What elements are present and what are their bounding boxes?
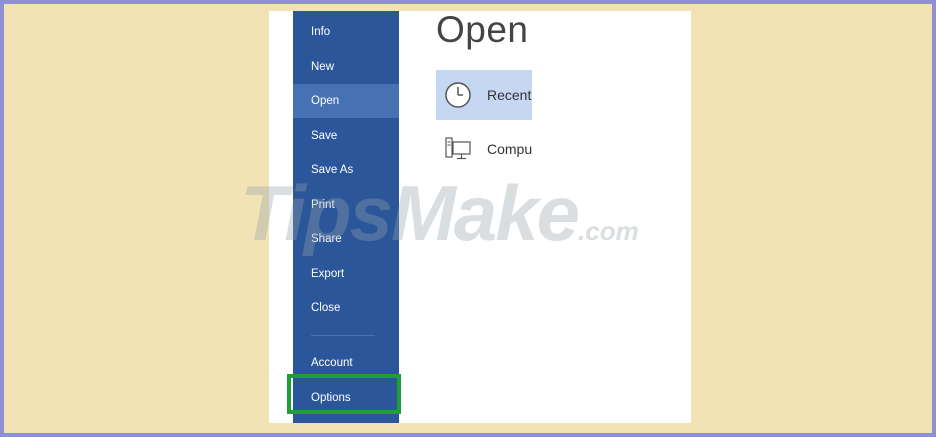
word-backstage-screenshot: Info New Open Save Save As Print Share E…: [269, 11, 691, 423]
nav-item-export[interactable]: Export: [293, 257, 399, 291]
page-title: Open: [436, 11, 529, 50]
nav-item-info[interactable]: Info: [293, 15, 399, 49]
options-highlight-box: [287, 374, 401, 414]
nav-item-close[interactable]: Close: [293, 291, 399, 325]
location-label: Compu: [487, 141, 532, 157]
nav-item-print[interactable]: Print: [293, 188, 399, 222]
location-recent[interactable]: Recent: [436, 70, 532, 120]
clock-icon: [444, 81, 472, 109]
location-label: Recent: [487, 87, 532, 103]
nav-item-new[interactable]: New: [293, 50, 399, 84]
location-computer[interactable]: Compu: [436, 124, 532, 174]
backstage-sidebar: Info New Open Save Save As Print Share E…: [293, 11, 399, 423]
nav-item-save[interactable]: Save: [293, 119, 399, 153]
nav-item-save-as[interactable]: Save As: [293, 153, 399, 187]
nav-separator: [311, 335, 375, 336]
nav-item-share[interactable]: Share: [293, 222, 399, 256]
nav-item-open[interactable]: Open: [293, 84, 399, 118]
computer-icon: [444, 135, 472, 163]
